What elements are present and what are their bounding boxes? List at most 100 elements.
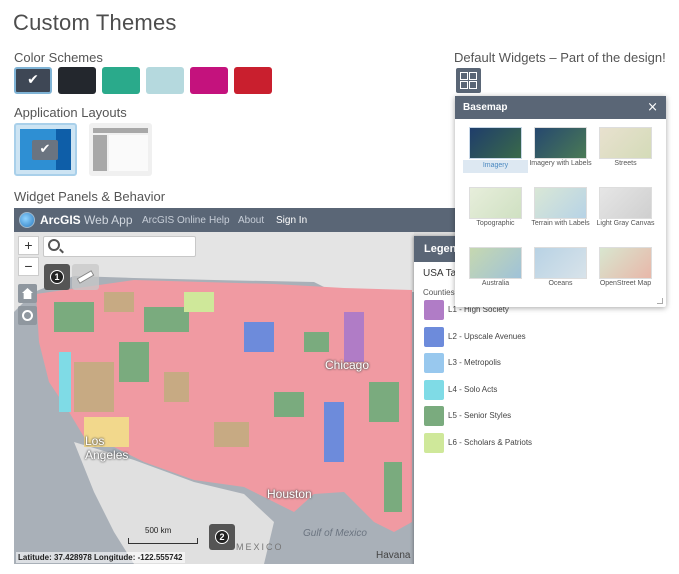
search-icon — [48, 239, 60, 251]
color-scheme-swatch[interactable] — [146, 67, 184, 94]
basemap-option[interactable]: Light Gray Canvas — [597, 187, 654, 242]
basemap-option[interactable]: Oceans — [534, 247, 589, 302]
layout-preview-sidebar — [56, 129, 71, 170]
county-patch — [74, 362, 114, 412]
checkmark-icon: ✔ — [32, 140, 58, 160]
layout-preview-content — [109, 135, 148, 171]
county-patch — [214, 422, 249, 447]
basemap-option[interactable]: Streets — [599, 127, 654, 182]
color-scheme-swatch[interactable] — [58, 67, 96, 94]
color-scheme-swatch[interactable] — [234, 67, 272, 94]
county-patch — [244, 322, 274, 352]
legend-item: L6 - Scholars & Patriots — [424, 432, 584, 453]
legend-item: L4 - Solo Acts — [424, 379, 584, 400]
widget-anchor-badge-1[interactable]: 1 — [44, 264, 70, 290]
legend-item: L2 - Upscale Avenues — [424, 326, 584, 347]
widget-anchor-badge-2[interactable]: 2 — [209, 524, 235, 550]
city-label-los-angeles: Los Angeles — [85, 434, 129, 462]
globe-icon — [19, 212, 35, 228]
legend-item-label: L2 - Upscale Avenues — [448, 331, 526, 341]
map-search-input[interactable] — [43, 236, 196, 257]
checkmark-icon: ✔ — [27, 72, 39, 88]
city-label-houston: Houston — [267, 487, 312, 501]
legend-item-label: L4 - Solo Acts — [448, 384, 498, 394]
county-patch — [104, 292, 134, 312]
nav-help[interactable]: Help — [209, 215, 230, 226]
legend-item-label: L5 - Senior Styles — [448, 411, 512, 420]
legend-item: L3 - Metropolis — [424, 353, 584, 373]
default-widgets-label: Default Widgets – Part of the design! — [454, 50, 666, 65]
ruler-icon — [76, 270, 95, 284]
basemap-header: Basemap × — [455, 96, 666, 119]
legend-sublabel: Counties — [423, 288, 455, 297]
basemap-option[interactable]: OpenStreet Map — [599, 247, 654, 302]
legend-swatch — [424, 406, 444, 426]
basemap-title: Basemap — [463, 102, 508, 113]
basemap-option-label: Light Gray Canvas — [596, 220, 655, 227]
county-patch — [184, 292, 214, 312]
basemap-option-label: Topographic — [476, 220, 515, 227]
legend-item-label: L3 - Metropolis — [448, 358, 501, 367]
layout-option-sidebar[interactable]: ✔ — [14, 123, 77, 176]
resize-handle[interactable] — [657, 298, 663, 304]
basemap-option[interactable]: Topographic — [469, 187, 524, 242]
basemap-thumbnail — [469, 127, 522, 159]
color-scheme-swatch[interactable] — [102, 67, 140, 94]
color-scheme-swatch[interactable] — [190, 67, 228, 94]
home-icon — [22, 288, 33, 299]
basemap-option[interactable]: Australia — [469, 247, 524, 302]
page-title: Custom Themes — [13, 10, 177, 35]
county-patch — [324, 402, 344, 462]
city-label-chicago: Chicago — [325, 358, 370, 372]
county-patch — [384, 462, 402, 512]
app-name-light: Web App — [84, 213, 133, 227]
basemap-thumbnail — [599, 127, 652, 159]
county-patch — [119, 342, 149, 382]
nav-sign-in[interactable]: Sign In — [276, 215, 307, 226]
legend-swatch — [424, 432, 444, 453]
basemap-option[interactable]: Imagery — [463, 127, 528, 182]
badge-number: 1 — [50, 270, 64, 284]
color-scheme-swatch[interactable]: ✔ — [14, 67, 52, 94]
basemap-option[interactable]: Terrain with Labels — [531, 187, 590, 242]
basemap-option[interactable]: Imagery with Labels — [529, 127, 592, 182]
layout-preview-header — [93, 128, 148, 133]
legend-swatch — [424, 379, 444, 400]
locate-icon — [22, 310, 33, 321]
zoom-out-button[interactable]: − — [18, 257, 39, 276]
app-name: ArcGIS Web App — [40, 213, 133, 227]
county-patch — [304, 332, 329, 352]
scale-label: 500 km — [145, 526, 172, 535]
zoom-in-button[interactable]: + — [18, 236, 39, 255]
nav-about[interactable]: About — [238, 215, 264, 226]
basemap-option-label: Streets — [614, 160, 637, 167]
nav-arcgis-online[interactable]: ArcGIS Online — [142, 215, 206, 226]
country-label-mexico: MEXICO — [236, 542, 284, 552]
measure-button[interactable] — [72, 264, 99, 290]
basemap-thumbnail — [534, 187, 587, 219]
basemap-option-label: Australia — [481, 280, 510, 287]
county-patch — [144, 307, 189, 332]
basemap-option-label: OpenStreet Map — [599, 280, 652, 287]
legend-swatch — [424, 326, 444, 347]
county-patch — [369, 382, 399, 422]
city-label-havana: Havana — [376, 550, 411, 561]
basemap-thumbnail — [599, 187, 652, 219]
widget-panels-label: Widget Panels & Behavior — [14, 189, 166, 204]
legend-swatch — [424, 353, 444, 373]
basemap-thumbnail — [469, 187, 522, 219]
map-view[interactable]: + − 1 2 Chicago Los Angeles Houston Gulf… — [14, 232, 414, 564]
basemap-option-label: Terrain with Labels — [531, 220, 590, 227]
close-icon[interactable]: × — [647, 100, 658, 115]
basemap-thumbnail — [469, 247, 522, 279]
locate-button[interactable] — [18, 306, 37, 325]
home-button[interactable] — [18, 284, 37, 303]
legend-item-label: L6 - Scholars & Patriots — [448, 437, 533, 447]
county-patch — [164, 372, 189, 402]
legend-item: L5 - Senior Styles — [424, 406, 584, 426]
layout-option-default[interactable] — [89, 123, 152, 176]
basemap-thumbnail — [534, 127, 587, 159]
basemap-widget-button[interactable] — [456, 68, 481, 93]
county-patch — [344, 312, 364, 362]
scale-bar — [128, 538, 198, 544]
